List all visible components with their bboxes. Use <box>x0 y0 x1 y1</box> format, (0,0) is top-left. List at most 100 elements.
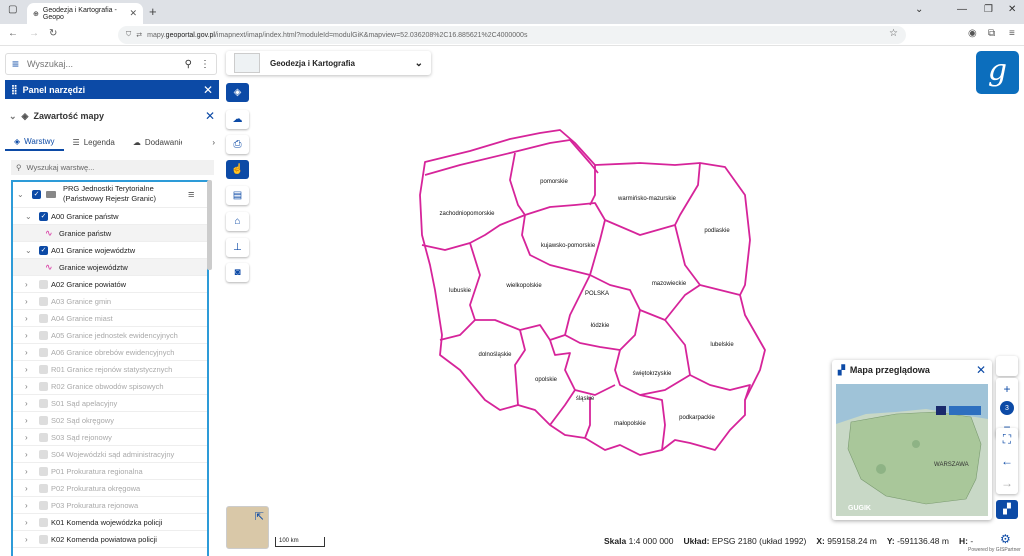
collapse-chevron-icon[interactable]: ⌄ <box>9 111 17 122</box>
layer-checkbox[interactable] <box>39 449 48 459</box>
bookmark-star-icon[interactable]: ☆ <box>889 28 898 39</box>
tab-list-icon[interactable]: ⌄ <box>915 4 923 15</box>
poland-map[interactable]: pomorskie warmińsko-mazurskie zachodniop… <box>400 125 780 470</box>
search-icon[interactable]: ⚲ <box>185 59 192 70</box>
chevron-right-icon[interactable]: › <box>25 416 28 425</box>
layer-item[interactable]: › S04 Wojewódzki sąd administracyjny <box>13 446 207 463</box>
layer-checkbox[interactable] <box>39 279 48 289</box>
layer-item[interactable]: › A04 Granice miast <box>13 310 207 327</box>
layer-item[interactable]: › P02 Prokuratura okręgowa <box>13 480 207 497</box>
legend-item[interactable]: ∿ Granice województw <box>13 259 207 276</box>
chevron-right-icon[interactable]: › <box>25 331 28 340</box>
identify-tool-button[interactable]: ☝ <box>226 160 249 179</box>
layer-scrollbar[interactable] <box>207 180 212 270</box>
zoom-in-button[interactable]: + <box>996 378 1018 400</box>
layer-group-prg[interactable]: ⌄ ✓ PRG Jednostki Terytorialne (Państwowy… <box>13 182 207 208</box>
menu-icon[interactable]: ≡ <box>1009 28 1015 39</box>
layer-checkbox[interactable] <box>39 381 48 391</box>
layer-checkbox[interactable] <box>39 313 48 323</box>
layer-item[interactable]: › K01 Komenda wojewódzka policji <box>13 514 207 531</box>
chevron-right-icon[interactable]: › <box>25 399 28 408</box>
extensions-icon[interactable]: ⧉ <box>988 28 995 39</box>
layer-checkbox[interactable] <box>39 347 48 357</box>
layer-item[interactable]: › A02 Granice powiatów <box>13 276 207 293</box>
layer-item[interactable]: › P03 Prokuratura rejonowa <box>13 497 207 514</box>
layer-item[interactable]: › S03 Sąd rejonowy <box>13 429 207 446</box>
reload-icon[interactable]: ↻ <box>49 28 57 39</box>
tab-actions-icon[interactable]: ▢ <box>8 4 17 15</box>
layer-item[interactable]: ⌄ ✓ A01 Granice województw <box>13 242 207 259</box>
full-extent-button[interactable]: ⛶ <box>996 428 1018 450</box>
previous-view-button[interactable]: ← <box>996 450 1018 472</box>
search-input[interactable] <box>27 59 177 69</box>
layer-item[interactable]: › S01 Sąd apelacyjny <box>13 395 207 412</box>
layer-item[interactable]: › R02 Granice obwodów spisowych <box>13 378 207 395</box>
layer-checkbox[interactable] <box>39 500 48 510</box>
layer-item[interactable]: › A03 Granice gmin <box>13 293 207 310</box>
clipboard-tool-button[interactable]: ▤ <box>226 186 249 205</box>
layer-item[interactable]: › R01 Granice rejonów statystycznych <box>13 361 207 378</box>
map-selector[interactable]: Geodezja i Kartografia ⌄ <box>226 51 431 75</box>
layers-tool-button[interactable]: ◈ <box>226 83 249 102</box>
legend-item[interactable]: ∿ Granice państw <box>13 225 207 242</box>
chevron-down-icon[interactable]: ⌄ <box>17 190 24 199</box>
chevron-right-icon[interactable]: › <box>25 433 28 442</box>
layer-item[interactable]: › S02 Sąd okręgowy <box>13 412 207 429</box>
layer-checkbox[interactable] <box>39 483 48 493</box>
next-view-button[interactable]: → <box>996 472 1018 494</box>
account-icon[interactable]: ◉ <box>968 28 977 39</box>
layer-item[interactable]: › K02 Komenda powiatowa policji <box>13 531 207 548</box>
chevron-right-icon[interactable]: › <box>25 518 28 527</box>
layer-checkbox[interactable] <box>39 364 48 374</box>
chevron-right-icon[interactable]: › <box>25 348 28 357</box>
chevron-right-icon[interactable]: › <box>25 314 28 323</box>
chevron-right-icon[interactable]: › <box>25 382 28 391</box>
layer-checkbox[interactable] <box>39 432 48 442</box>
tabs-next-icon[interactable]: › <box>212 138 219 147</box>
measure-tool-button[interactable]: ⊥ <box>226 238 249 257</box>
chevron-right-icon[interactable]: › <box>25 450 28 459</box>
close-overview-icon[interactable]: ✕ <box>976 363 986 377</box>
overview-map[interactable]: WARSZAWA GUGIK <box>836 384 988 516</box>
chevron-right-icon[interactable]: › <box>25 484 28 493</box>
close-tab-icon[interactable]: ✕ <box>129 8 137 19</box>
restore-icon[interactable]: ❐ <box>984 4 993 15</box>
home-tool-button[interactable]: ⌂ <box>226 212 249 231</box>
layer-item[interactable]: › A06 Granice obrebów ewidencyjnych <box>13 344 207 361</box>
chevron-right-icon[interactable]: › <box>25 297 28 306</box>
chevron-right-icon[interactable]: › <box>25 365 28 374</box>
group-checkbox[interactable]: ✓ <box>32 190 41 199</box>
hamburger-menu-icon[interactable]: ≡ <box>12 57 19 71</box>
layer-item[interactable]: › A05 Granice jednostek ewidencyjnych <box>13 327 207 344</box>
close-window-icon[interactable]: ✕ <box>1008 4 1016 15</box>
layer-checkbox[interactable] <box>39 466 48 476</box>
close-map-content-icon[interactable]: ✕ <box>205 109 215 123</box>
back-icon[interactable]: ← <box>8 28 18 39</box>
layer-checkbox[interactable] <box>39 517 48 527</box>
chevron-right-icon[interactable]: › <box>25 501 28 510</box>
browser-tab[interactable]: ⊕ Geodezja i Kartografia - Geopo ✕ <box>27 3 143 24</box>
chevron-right-icon[interactable]: › <box>25 535 28 544</box>
chevron-right-icon[interactable]: › <box>25 280 28 289</box>
basemap-switcher[interactable]: ⇱ <box>226 506 269 549</box>
zoom-extra-button[interactable] <box>996 356 1018 376</box>
minimize-icon[interactable]: — <box>957 4 967 15</box>
layer-checkbox[interactable] <box>39 330 48 340</box>
more-options-icon[interactable]: ⋮ <box>200 59 210 70</box>
crs-readout[interactable]: Układ: EPSG 2180 (układ 1992) <box>684 536 807 546</box>
layer-checkbox[interactable] <box>39 398 48 408</box>
close-tools-panel-icon[interactable]: ✕ <box>203 83 213 97</box>
layer-checkbox[interactable] <box>39 296 48 306</box>
tab-layers[interactable]: ◈ Warstwy <box>5 133 64 151</box>
group-menu-icon[interactable]: ≡ <box>188 189 194 201</box>
layer-checkbox[interactable] <box>39 534 48 544</box>
geoportal-logo[interactable]: g <box>976 51 1019 94</box>
chevron-right-icon[interactable]: › <box>25 467 28 476</box>
chevron-down-icon[interactable]: ⌄ <box>25 246 32 255</box>
layer-item[interactable]: ⌄ ✓ A00 Granice państw <box>13 208 207 225</box>
new-tab-icon[interactable]: + <box>149 4 157 19</box>
layer-item[interactable]: › P01 Prokuratura regionalna <box>13 463 207 480</box>
layer-checkbox[interactable] <box>39 415 48 425</box>
forward-icon[interactable]: → <box>29 28 39 39</box>
cloud-tool-button[interactable]: ☁ <box>226 110 249 129</box>
